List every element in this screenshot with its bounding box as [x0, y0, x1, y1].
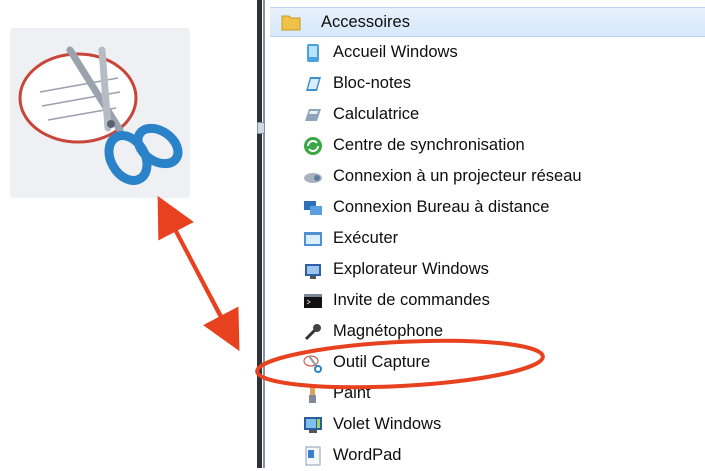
snipping-tool-logo: [10, 28, 190, 198]
menu-item-calculatrice[interactable]: Calculatrice: [270, 99, 705, 130]
menu-item-label: Exécuter: [333, 229, 399, 247]
menu-item-label: Paint: [333, 384, 371, 402]
menu-item-executer[interactable]: Exécuter: [270, 223, 705, 254]
menu-item-bloc-notes[interactable]: Bloc-notes: [270, 68, 705, 99]
remote-desktop-icon: [302, 197, 324, 219]
scissors-icon: [18, 46, 183, 185]
menu-item-explorateur[interactable]: Explorateur Windows: [270, 254, 705, 285]
accessories-menu: Accessoires Accueil Windows Bloc-notes C…: [270, 7, 705, 471]
menu-item-label: Calculatrice: [333, 105, 420, 123]
menu-item-label: WordPad: [333, 446, 402, 464]
network-projector-icon: [302, 166, 324, 188]
menu-item-accueil-windows[interactable]: Accueil Windows: [270, 37, 705, 68]
panel-border-inner: [263, 0, 265, 468]
menu-item-projecteur-reseau[interactable]: Connexion à un projecteur réseau: [270, 161, 705, 192]
microphone-icon: [302, 321, 324, 343]
calculator-icon: [302, 104, 324, 126]
panel-border: [257, 0, 262, 468]
device-icon: [302, 42, 324, 64]
menu-item-centre-sync[interactable]: Centre de synchronisation: [270, 130, 705, 161]
menu-item-bureau-distance[interactable]: Connexion Bureau à distance: [270, 192, 705, 223]
menu-item-label: Bloc-notes: [333, 74, 411, 92]
menu-item-magnetophone[interactable]: Magnétophone: [270, 316, 705, 347]
windows-explorer-icon: [302, 259, 324, 281]
menu-item-invite-commandes[interactable]: Invite de commandes: [270, 285, 705, 316]
menu-item-label: Magnétophone: [333, 322, 444, 340]
scrollbar-thumb[interactable]: [257, 122, 265, 134]
notepad-icon: [302, 73, 324, 95]
menu-item-label: Outil Capture: [333, 353, 431, 371]
menu-item-label: Connexion Bureau à distance: [333, 198, 550, 216]
command-prompt-icon: [302, 290, 324, 312]
menu-item-label: Invite de commandes: [333, 291, 490, 309]
menu-item-label: Centre de synchronisation: [333, 136, 525, 154]
menu-item-outil-capture[interactable]: Outil Capture: [270, 347, 705, 378]
menu-item-label: Accueil Windows: [333, 43, 458, 61]
menu-item-label: Connexion à un projecteur réseau: [333, 167, 582, 185]
windows-sidebar-icon: [302, 414, 324, 436]
sync-center-icon: [302, 135, 324, 157]
menu-item-wordpad[interactable]: WordPad: [270, 440, 705, 471]
folder-label: Accessoires: [321, 12, 410, 31]
menu-item-label: Volet Windows: [333, 415, 442, 433]
menu-item-volet-windows[interactable]: Volet Windows: [270, 409, 705, 440]
wordpad-icon: [302, 445, 324, 467]
menu-item-paint[interactable]: Paint: [270, 378, 705, 409]
paint-icon: [302, 383, 324, 405]
folder-accessoires[interactable]: Accessoires: [270, 7, 705, 37]
run-icon: [302, 228, 324, 250]
snipping-tool-icon: [302, 352, 324, 374]
menu-item-label: Explorateur Windows: [333, 260, 489, 278]
folder-icon: [280, 11, 302, 33]
